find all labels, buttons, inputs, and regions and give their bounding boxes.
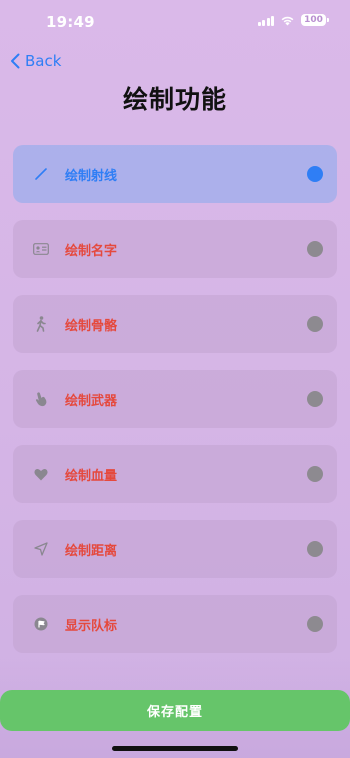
- hand-pointer-icon: [33, 391, 49, 407]
- toggle-row-draw-name[interactable]: 绘制名字: [13, 220, 337, 278]
- walking-figure-icon: [33, 316, 49, 332]
- feature-list: 绘制射线 绘制名字 绘制骨骼 绘制武器 绘制血量 绘制距离 显示队标: [13, 145, 337, 670]
- radio-indicator[interactable]: [307, 166, 323, 182]
- radio-indicator[interactable]: [307, 541, 323, 557]
- row-label: 绘制距离: [65, 544, 118, 559]
- save-config-button[interactable]: 保存配置: [0, 690, 350, 731]
- row-label: 绘制血量: [65, 469, 118, 484]
- row-label: 绘制骨骼: [65, 319, 118, 334]
- row-label: 绘制武器: [65, 394, 118, 409]
- row-label: 显示队标: [65, 619, 118, 634]
- status-time: 19:49: [46, 13, 95, 31]
- wifi-icon: [281, 16, 294, 25]
- toggle-row-draw-health[interactable]: 绘制血量: [13, 445, 337, 503]
- row-label: 绘制射线: [65, 169, 118, 184]
- radio-indicator[interactable]: [307, 466, 323, 482]
- back-label: Back: [25, 52, 62, 70]
- status-bar: 19:49 100: [0, 0, 350, 44]
- page-title: 绘制功能: [122, 85, 227, 114]
- toggle-row-draw-weapon[interactable]: 绘制武器: [13, 370, 337, 428]
- toggle-row-draw-ray[interactable]: 绘制射线: [13, 145, 337, 203]
- chevron-left-icon: [11, 53, 20, 69]
- flag-icon: [33, 616, 49, 632]
- radio-indicator[interactable]: [307, 616, 323, 632]
- radio-indicator[interactable]: [307, 391, 323, 407]
- toggle-row-draw-distance[interactable]: 绘制距离: [13, 520, 337, 578]
- back-button[interactable]: Back: [10, 52, 61, 70]
- radio-indicator[interactable]: [307, 316, 323, 332]
- row-label: 绘制名字: [65, 244, 118, 259]
- location-arrow-icon: [33, 541, 49, 557]
- toggle-row-draw-skeleton[interactable]: 绘制骨骼: [13, 295, 337, 353]
- battery-icon: 100: [301, 14, 329, 26]
- radio-indicator[interactable]: [307, 241, 323, 257]
- status-icons: 100: [257, 14, 329, 26]
- toggle-row-show-team-badge[interactable]: 显示队标: [13, 595, 337, 653]
- signal-icon: [257, 15, 274, 26]
- id-card-icon: [33, 241, 49, 257]
- pencil-icon: [33, 166, 49, 182]
- home-indicator: [112, 746, 238, 751]
- heart-icon: [33, 466, 49, 482]
